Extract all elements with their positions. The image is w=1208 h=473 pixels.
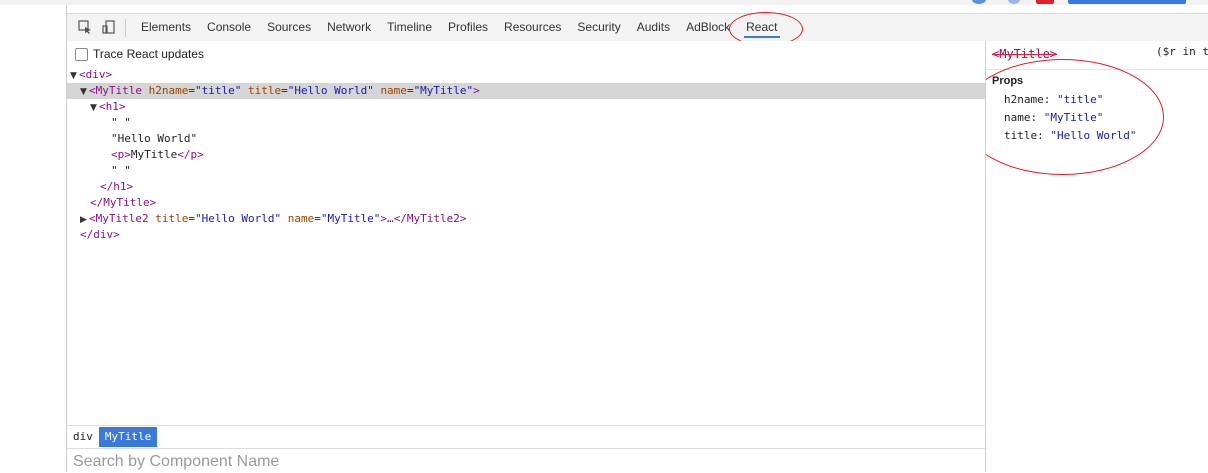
devtools-toolbar: Elements Console Sources Network Timeline Pro… (67, 12, 1208, 46)
device-mode-icon[interactable] (101, 20, 117, 36)
search-bar (67, 448, 985, 473)
props-list: h2name: "title" name: "MyTitle" title: "… (1004, 91, 1136, 145)
tab-timeline[interactable]: Timeline (379, 14, 440, 41)
tab-elements[interactable]: Elements (133, 14, 199, 41)
prop-row-title[interactable]: title: "Hello World" (1004, 127, 1136, 145)
tree-node-h1[interactable]: ▼ <h1> (67, 99, 985, 115)
devtools-panel: Elements Console Sources Network Timeline Pro… (67, 5, 1208, 472)
tab-sources[interactable]: Sources (259, 14, 319, 41)
tree-node-div-close[interactable]: </div> (67, 227, 985, 243)
breadcrumb: div MyTitle (67, 425, 985, 448)
props-heading: Props (992, 75, 1024, 87)
tree-node-text-hello[interactable]: "Hello World" (67, 131, 985, 147)
tab-audits[interactable]: Audits (629, 14, 678, 41)
tab-resources[interactable]: Resources (496, 14, 569, 41)
react-component-tree-panel: Trace React updates ▼ <div> ▼ <MyTitle h2n… (67, 41, 985, 472)
panel-tabs: Elements Console Sources Network Timeline Pro… (133, 14, 786, 41)
trace-updates-label: Trace React updates (93, 47, 204, 61)
browser-icon-blue (972, 0, 986, 4)
tree-node-mytitle2[interactable]: ▶ <MyTitle2 title="Hello World" name="MyT… (67, 211, 985, 227)
tree-node-text[interactable]: " " (67, 163, 985, 179)
page-viewport (0, 5, 67, 472)
expand-arrow-icon[interactable]: ▼ (80, 84, 89, 100)
trace-updates-checkbox[interactable] (75, 47, 88, 61)
trace-updates-toggle[interactable]: Trace React updates (75, 46, 204, 62)
collapse-arrow-icon[interactable]: ▶ (80, 212, 89, 228)
browser-progress (1068, 0, 1186, 4)
tab-adblock[interactable]: AdBlock (678, 14, 738, 41)
tree-node-p[interactable]: <p>MyTitle</p> (67, 147, 985, 163)
tab-security[interactable]: Security (569, 14, 628, 41)
browser-icon-lightblue (1008, 0, 1020, 4)
breadcrumb-item-div[interactable]: div (67, 427, 99, 447)
tab-network[interactable]: Network (319, 14, 379, 41)
expand-arrow-icon[interactable]: ▼ (90, 100, 99, 116)
breadcrumb-item-mytitle[interactable]: MyTitle (98, 427, 158, 447)
console-hint: ($r in t (1156, 45, 1208, 58)
inspect-element-icon[interactable] (77, 20, 93, 36)
expand-arrow-icon[interactable]: ▼ (70, 68, 79, 84)
tree-node-mytitle-selected[interactable]: ▼ <MyTitle h2name="title" title="Hello Wo… (67, 83, 985, 99)
prop-row-name[interactable]: name: "MyTitle" (1004, 109, 1136, 127)
browser-icon-red (1036, 0, 1054, 4)
toolbar-separator (125, 19, 126, 37)
details-header: <MyTitle> ($r in t (986, 41, 1208, 70)
tree-node-div[interactable]: ▼ <div> (67, 67, 985, 83)
component-tree: ▼ <div> ▼ <MyTitle h2name="title" title="H… (67, 67, 985, 243)
tab-react[interactable]: React (738, 14, 785, 41)
tab-profiles[interactable]: Profiles (440, 14, 496, 41)
component-details-panel: <MyTitle> ($r in t Props h2name: "title"… (985, 41, 1208, 472)
component-search-input[interactable] (73, 452, 953, 472)
tab-console[interactable]: Console (199, 14, 259, 41)
tree-node-text[interactable]: " " (67, 115, 985, 131)
tree-node-mytitle-close[interactable]: </MyTitle> (67, 195, 985, 211)
selected-component-title: <MyTitle> (992, 47, 1058, 61)
prop-row-h2name[interactable]: h2name: "title" (1004, 91, 1136, 109)
tree-node-h1-close[interactable]: </h1> (67, 179, 985, 195)
